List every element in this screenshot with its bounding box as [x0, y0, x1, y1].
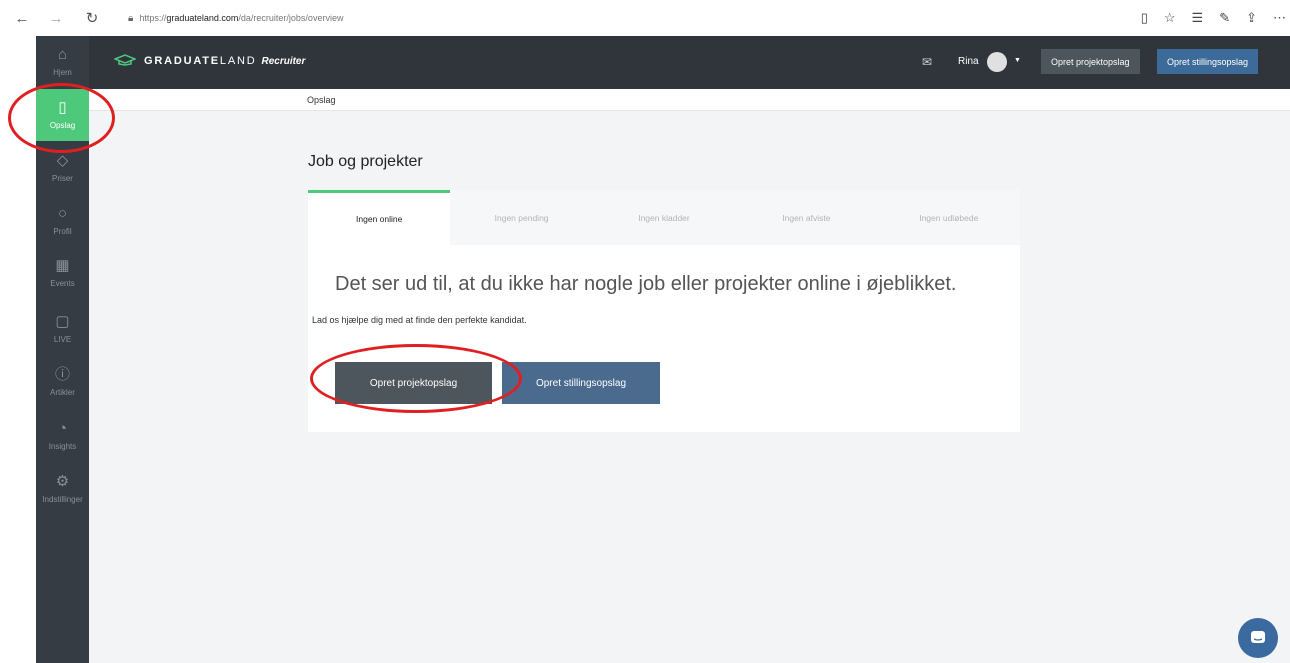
- sidebar-item-label: Hjem: [53, 68, 72, 77]
- sidebar-item-profil[interactable]: ○ Profil: [36, 195, 89, 247]
- back-icon[interactable]: ←: [10, 10, 34, 27]
- browser-toolbar: ← → ↻ 🔒︎ https://graduateland.com/da/rec…: [0, 0, 1290, 36]
- sidebar-item-indstillinger[interactable]: ⚙ Indstillinger: [36, 463, 89, 515]
- favorites-list-icon[interactable]: ☰: [1192, 10, 1204, 26]
- pen-icon[interactable]: ✎: [1219, 10, 1230, 26]
- tab-rejected[interactable]: Ingen afviste: [735, 190, 877, 245]
- user-name[interactable]: Rina: [958, 56, 979, 67]
- tag-icon: ◇: [56, 152, 69, 169]
- sidebar-item-label: Priser: [52, 174, 73, 183]
- sidebar-item-label: Insights: [48, 442, 77, 451]
- browser-actions: ▯ ☆ ☰ ✎ ⇪ ⋯: [1141, 10, 1286, 26]
- url-host: graduateland.com: [166, 13, 239, 23]
- status-tabs: Ingen online Ingen pending Ingen kladder…: [308, 190, 1020, 245]
- avatar[interactable]: [987, 52, 1007, 72]
- brand-light: LAND: [219, 55, 257, 67]
- annotation-circle-button: [310, 344, 522, 413]
- tab-online[interactable]: Ingen online: [308, 190, 451, 245]
- mail-icon[interactable]: ✉: [922, 55, 932, 69]
- sidebar-item-live[interactable]: ▢ LIVE: [36, 303, 89, 355]
- sidebar-item-label: Events: [50, 279, 75, 288]
- address-bar[interactable]: 🔒︎ https://graduateland.com/da/recruiter…: [128, 13, 343, 24]
- lock-icon: 🔒︎: [128, 12, 134, 24]
- sidebar-item-label: Artikler: [50, 388, 75, 397]
- annotation-circle-sidebar: [8, 83, 115, 153]
- sidebar-item-insights[interactable]: ◔ Insights: [36, 410, 89, 462]
- url-prefix: https://: [139, 13, 167, 23]
- reading-view-icon[interactable]: ▯: [1141, 10, 1148, 26]
- sidebar-item-events[interactable]: ▦ Events: [36, 247, 89, 299]
- sidebar-item-hjem[interactable]: ⌂ Hjem: [36, 36, 89, 88]
- empty-state-headline: Det ser ud til, at du ikke har nogle job…: [335, 273, 957, 295]
- top-app-bar: GRADUATE LAND Recruiter ✉ Rina ▼ Opret pr…: [89, 36, 1290, 89]
- url-path: /da/recruiter/jobs/overview: [238, 13, 344, 23]
- sidebar-item-artikler[interactable]: ⓘ Artikler: [36, 356, 89, 408]
- sidebar-item-label: Profil: [53, 227, 72, 236]
- favorite-star-icon[interactable]: ☆: [1164, 10, 1176, 26]
- forward-icon[interactable]: →: [44, 10, 68, 27]
- calendar-icon: ▦: [55, 257, 70, 274]
- breadcrumb[interactable]: Opslag: [307, 95, 336, 105]
- pie-chart-icon: ◔: [57, 420, 68, 437]
- reload-icon[interactable]: ↻: [80, 9, 104, 27]
- breadcrumb-bar: Opslag: [89, 89, 1290, 111]
- more-icon[interactable]: ⋯: [1273, 10, 1286, 26]
- tab-drafts[interactable]: Ingen kladder: [593, 190, 735, 245]
- create-project-button-header[interactable]: Opret projektopslag: [1041, 49, 1140, 74]
- create-position-button-header[interactable]: Opret stillingsopslag: [1157, 49, 1259, 74]
- share-icon[interactable]: ⇪: [1246, 10, 1257, 26]
- sidebar-item-label: LIVE: [53, 335, 72, 344]
- sidebar-item-label: Indstillinger: [42, 495, 83, 504]
- graduation-cap-icon: [112, 53, 138, 69]
- home-icon: ⌂: [57, 46, 68, 63]
- page-title: Job og projekter: [308, 153, 423, 170]
- user-icon: ○: [57, 205, 68, 222]
- gear-icon: ⚙: [55, 473, 70, 490]
- brand-suffix: Recruiter: [261, 55, 306, 67]
- empty-state-subline-text: Lad os hjælpe dig med at finde den perfe…: [312, 315, 527, 325]
- chevron-down-icon[interactable]: ▼: [1014, 57, 1021, 64]
- brand-bold: GRADUATE: [144, 55, 220, 67]
- tab-pending[interactable]: Ingen pending: [450, 190, 592, 245]
- info-icon: ⓘ: [54, 366, 70, 383]
- graduateland-logo[interactable]: GRADUATE LAND Recruiter: [112, 53, 306, 69]
- tab-expired[interactable]: Ingen udløbede: [878, 190, 1020, 245]
- chat-icon: ▢: [55, 313, 70, 330]
- chat-bubble-icon[interactable]: [1238, 618, 1278, 658]
- create-position-button[interactable]: Opret stillingsopslag: [502, 362, 660, 404]
